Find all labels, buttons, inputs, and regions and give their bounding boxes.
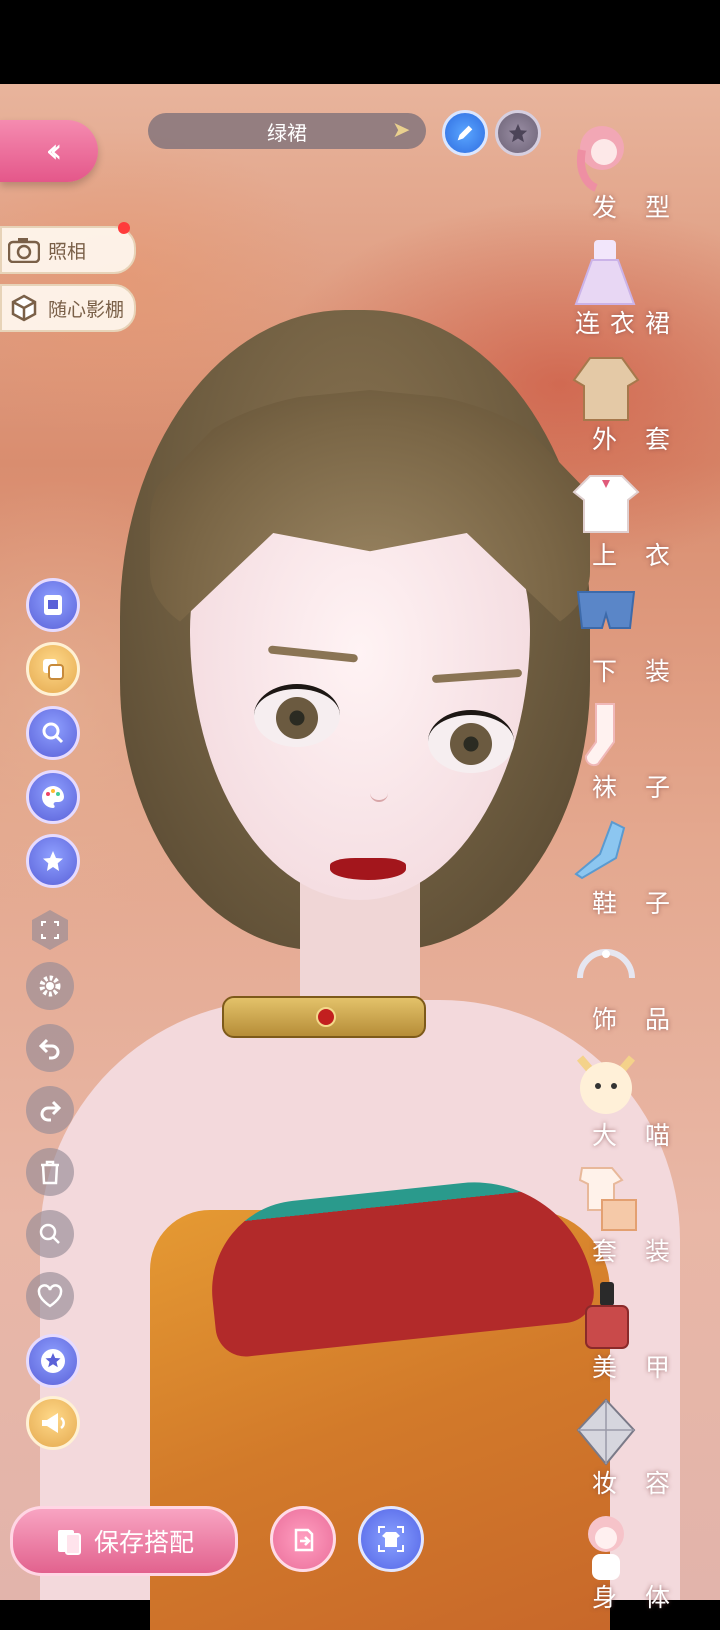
share-button[interactable] bbox=[270, 1506, 336, 1572]
photo-label: 照相 bbox=[48, 240, 87, 263]
category-label: 连衣裙 bbox=[574, 309, 680, 338]
category-label: 套 装 bbox=[592, 1237, 680, 1266]
category-shoes[interactable]: 鞋 子 bbox=[572, 816, 720, 926]
category-nail-polish[interactable]: 美 甲 bbox=[572, 1280, 720, 1390]
choker-gem bbox=[316, 1007, 336, 1027]
set-icon bbox=[572, 1164, 640, 1236]
character-right-eye bbox=[428, 710, 514, 773]
gear-icon bbox=[39, 975, 61, 997]
character-mouth bbox=[330, 858, 406, 880]
studio-button[interactable]: 随心影棚 bbox=[0, 284, 136, 332]
effects-button[interactable] bbox=[26, 834, 80, 888]
category-hairstyle[interactable]: 发 型 bbox=[572, 120, 720, 230]
category-label: 大 喵 bbox=[592, 1121, 680, 1150]
hairstyle-icon bbox=[572, 120, 640, 192]
redo-button[interactable] bbox=[26, 1086, 74, 1134]
image-frame-icon bbox=[44, 595, 62, 615]
category-bottoms[interactable]: 下 装 bbox=[572, 584, 720, 694]
settings-button[interactable] bbox=[26, 962, 74, 1010]
category-socks[interactable]: 袜 子 bbox=[572, 700, 720, 810]
double-chevron-left-icon: ‹‹ bbox=[45, 131, 62, 171]
sparkle-star-icon bbox=[43, 851, 63, 871]
heart-icon bbox=[37, 1284, 63, 1308]
announcement-button[interactable] bbox=[26, 1396, 80, 1450]
share-icon bbox=[294, 1528, 314, 1552]
category-coat[interactable]: 外 套 bbox=[572, 352, 720, 462]
category-label: 身 体 bbox=[592, 1583, 680, 1612]
category-body[interactable]: 身 体 bbox=[572, 1510, 720, 1620]
background-tool-button[interactable] bbox=[26, 578, 80, 632]
redo-icon bbox=[40, 1100, 62, 1122]
megaphone-icon bbox=[42, 1413, 65, 1433]
category-top[interactable]: 上 衣 bbox=[572, 468, 720, 578]
duplicate-icon bbox=[43, 659, 64, 680]
delete-button[interactable] bbox=[26, 1148, 74, 1196]
character-left-eye bbox=[254, 684, 340, 747]
category-set[interactable]: 套 装 bbox=[572, 1164, 720, 1274]
category-label: 妆 容 bbox=[592, 1469, 680, 1498]
palette-button[interactable] bbox=[26, 770, 80, 824]
category-label: 外 套 bbox=[592, 425, 680, 454]
save-outfit-button[interactable]: 保存搭配 bbox=[10, 1506, 238, 1576]
category-label: 下 装 bbox=[592, 657, 680, 686]
undo-icon bbox=[38, 1038, 60, 1060]
photo-button[interactable]: 照相 bbox=[0, 222, 136, 274]
category-label: 上 衣 bbox=[592, 541, 680, 570]
palette-icon bbox=[42, 786, 64, 808]
studio-label: 随心影棚 bbox=[48, 298, 125, 321]
cube-icon bbox=[8, 294, 40, 322]
copy-tool-button[interactable] bbox=[26, 642, 80, 696]
back-button[interactable]: ‹‹ bbox=[0, 120, 98, 182]
magnifier-sparkle-icon bbox=[42, 722, 64, 744]
cat-icon bbox=[572, 1048, 640, 1120]
nail-polish-icon bbox=[572, 1280, 640, 1352]
chevron-right-icon: ➤ bbox=[392, 118, 411, 143]
shirt-scan-icon bbox=[378, 1526, 404, 1552]
save-outfit-label: 保存搭配 bbox=[93, 1528, 194, 1557]
search-style-button[interactable] bbox=[26, 706, 80, 760]
fullscreen-icon bbox=[32, 910, 68, 950]
category-label: 饰 品 bbox=[592, 1005, 680, 1034]
star-badge-icon bbox=[41, 1349, 65, 1373]
collection-button[interactable] bbox=[26, 1334, 80, 1388]
accessory-icon bbox=[572, 932, 640, 1004]
like-button[interactable] bbox=[26, 1272, 74, 1320]
socks-icon bbox=[572, 700, 640, 772]
character-choker bbox=[222, 996, 426, 1038]
category-label: 鞋 子 bbox=[592, 889, 680, 918]
outfit-name: 绿裙 bbox=[267, 120, 307, 145]
category-label: 美 甲 bbox=[592, 1353, 680, 1382]
zoom-button[interactable] bbox=[26, 1210, 74, 1258]
body-icon bbox=[572, 1510, 640, 1582]
fullscreen-button[interactable] bbox=[26, 906, 74, 954]
bottoms-icon bbox=[572, 584, 640, 656]
save-card-icon bbox=[57, 1530, 81, 1555]
category-cat[interactable]: 大 喵 bbox=[572, 1048, 720, 1158]
makeup-icon bbox=[572, 1396, 640, 1468]
category-makeup[interactable]: 妆 容 bbox=[572, 1396, 720, 1506]
category-label: 发 型 bbox=[592, 193, 680, 222]
category-label: 袜 子 bbox=[592, 773, 680, 802]
pencil-icon bbox=[457, 125, 473, 141]
favorite-button[interactable] bbox=[495, 110, 541, 156]
outfit-name-pill[interactable]: 绿裙 ➤ bbox=[148, 113, 426, 149]
search-icon bbox=[39, 1223, 60, 1244]
category-dress[interactable]: 连衣裙 bbox=[572, 236, 720, 346]
star-icon bbox=[508, 123, 528, 143]
rename-button[interactable] bbox=[442, 110, 488, 156]
coat-icon bbox=[572, 352, 640, 424]
category-accessory[interactable]: 饰 品 bbox=[572, 932, 720, 1042]
outfit-scan-button[interactable] bbox=[358, 1506, 424, 1572]
undo-button[interactable] bbox=[26, 1024, 74, 1072]
notification-dot bbox=[118, 222, 130, 234]
top-icon bbox=[572, 468, 640, 540]
dress-icon bbox=[572, 236, 640, 308]
shoes-icon bbox=[572, 816, 640, 888]
trash-icon bbox=[41, 1160, 59, 1185]
camera-icon bbox=[8, 236, 40, 264]
